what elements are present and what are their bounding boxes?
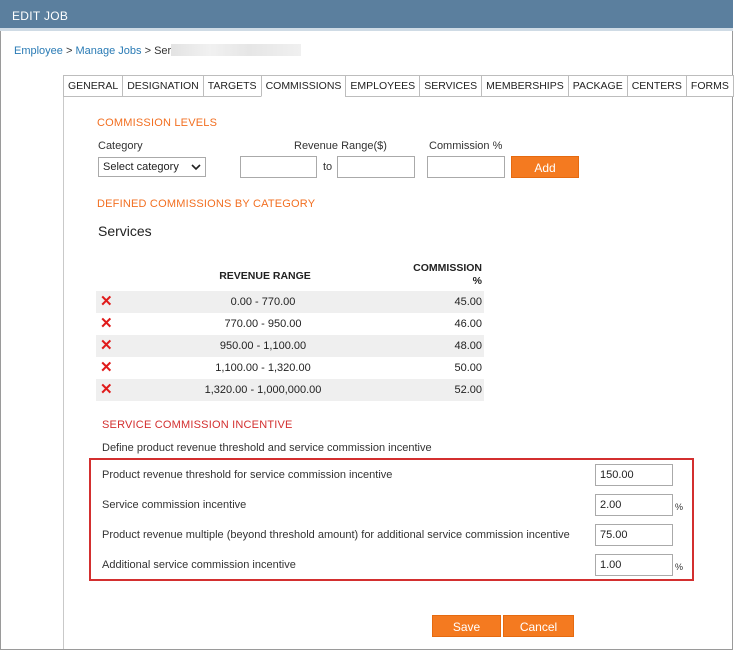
commission-column-header-line1: COMMISSION — [413, 262, 482, 274]
tab-forms[interactable]: FORMS — [685, 75, 734, 97]
commission-cell: 48.00 — [454, 340, 482, 352]
table-row: ✕ 770.00 - 950.00 46.00 — [96, 313, 484, 335]
revenue-multiple-input[interactable]: 75.00 — [595, 524, 673, 546]
cancel-button[interactable]: Cancel — [503, 615, 574, 637]
service-incentive-label: Service commission incentive — [102, 499, 247, 511]
tab-commissions[interactable]: COMMISSIONS — [260, 75, 346, 97]
revenue-range-column-header: REVENUE RANGE — [219, 270, 311, 282]
additional-incentive-input[interactable]: 1.00 — [595, 554, 673, 576]
tab-memberships[interactable]: MEMBERSHIPS — [481, 75, 568, 97]
tab-package[interactable]: PACKAGE — [567, 75, 627, 97]
window-title: EDIT JOB — [12, 9, 69, 23]
breadcrumb-manage-jobs-link[interactable]: Manage Jobs — [75, 45, 141, 57]
tab-general[interactable]: GENERAL — [63, 75, 123, 97]
threshold-label: Product revenue threshold for service co… — [102, 469, 393, 481]
revenue-range-cell: 0.00 - 770.00 — [230, 296, 296, 308]
category-select[interactable]: Select category — [98, 157, 206, 177]
breadcrumb-current: Ser — [154, 45, 172, 57]
commission-column-header-line2: % — [472, 275, 482, 287]
chevron-down-icon — [191, 158, 201, 182]
category-name-heading: Services — [98, 223, 152, 239]
commission-column-header: COMMISSION % — [402, 262, 482, 288]
commission-cell: 45.00 — [454, 296, 482, 308]
revenue-multiple-label: Product revenue multiple (beyond thresho… — [102, 529, 570, 541]
tab-designation[interactable]: DESIGNATION — [122, 75, 203, 97]
percent-sign: % — [675, 502, 684, 512]
tab-bar: GENERAL DESIGNATION TARGETS COMMISSIONS … — [63, 75, 734, 97]
delete-icon[interactable]: ✕ — [100, 315, 113, 333]
breadcrumb-separator: > — [141, 45, 155, 57]
revenue-range-to-input[interactable] — [337, 156, 415, 178]
tab-centers[interactable]: CENTERS — [626, 75, 686, 97]
tab-services[interactable]: SERVICES — [419, 75, 482, 97]
commission-cell: 50.00 — [454, 362, 482, 374]
breadcrumb-separator: > — [62, 45, 76, 57]
percent-sign: % — [675, 562, 684, 572]
defined-commissions-heading: DEFINED COMMISSIONS BY CATEGORY — [97, 198, 316, 210]
revenue-range-cell: 950.00 - 1,100.00 — [219, 340, 307, 352]
additional-incentive-label: Additional service commission incentive — [102, 559, 296, 571]
incentive-description: Define product revenue threshold and ser… — [102, 442, 432, 454]
revenue-range-cell: 1,320.00 - 1,000,000.00 — [204, 384, 322, 396]
service-incentive-input[interactable]: 2.00 — [595, 494, 673, 516]
table-header: REVENUE RANGE COMMISSION % — [96, 262, 484, 291]
redacted-text — [171, 44, 302, 56]
delete-icon[interactable]: ✕ — [100, 293, 113, 311]
tab-employees[interactable]: EMPLOYEES — [345, 75, 420, 97]
revenue-range-cell: 1,100.00 - 1,320.00 — [215, 362, 311, 374]
category-label: Category — [98, 140, 143, 152]
table-row: ✕ 1,320.00 - 1,000,000.00 52.00 — [96, 379, 484, 401]
service-commission-incentive-heading: SERVICE COMMISSION INCENTIVE — [102, 419, 293, 431]
breadcrumb: Employee > Manage Jobs > Ser — [14, 44, 302, 57]
commission-cell: 46.00 — [454, 318, 482, 330]
window-titlebar: EDIT JOB — [0, 0, 733, 31]
save-button[interactable]: Save — [432, 615, 501, 637]
range-to-label: to — [323, 161, 333, 173]
commission-levels-heading: COMMISSION LEVELS — [97, 117, 218, 129]
commission-percent-input[interactable] — [427, 156, 505, 178]
tab-targets[interactable]: TARGETS — [202, 75, 261, 97]
add-commission-button[interactable]: Add — [511, 156, 579, 178]
commissions-table: REVENUE RANGE COMMISSION % ✕ 0.00 - 770.… — [96, 262, 484, 401]
delete-icon[interactable]: ✕ — [100, 381, 113, 399]
revenue-range-from-input[interactable] — [240, 156, 317, 178]
commission-percent-label: Commission % — [429, 140, 503, 152]
revenue-range-cell: 770.00 - 950.00 — [224, 318, 302, 330]
table-row: ✕ 950.00 - 1,100.00 48.00 — [96, 335, 484, 357]
category-select-value: Select category — [103, 161, 179, 173]
revenue-range-label: Revenue Range($) — [294, 140, 387, 152]
delete-icon[interactable]: ✕ — [100, 337, 113, 355]
delete-icon[interactable]: ✕ — [100, 359, 113, 377]
breadcrumb-employee-link[interactable]: Employee — [14, 45, 63, 57]
table-row: ✕ 1,100.00 - 1,320.00 50.00 — [96, 357, 484, 379]
threshold-input[interactable]: 150.00 — [595, 464, 673, 486]
commission-cell: 52.00 — [454, 384, 482, 396]
table-row: ✕ 0.00 - 770.00 45.00 — [96, 291, 484, 313]
